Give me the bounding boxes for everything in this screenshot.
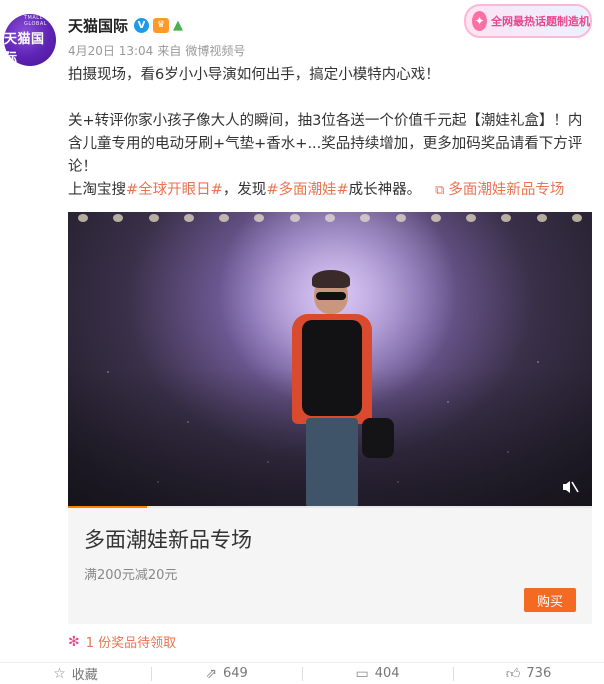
promo-badge[interactable]: ✦ 全网最热话题制造机: [464, 4, 592, 38]
favorite-label: 收藏: [71, 668, 98, 683]
promo-badge-label: 全网最热话题制造机: [491, 15, 590, 28]
post-line-1: 拍摄现场，看6岁小小导演如何出手，搞定小模特内心戏！: [68, 67, 440, 83]
level-badge-icon[interactable]: ▲: [173, 18, 187, 33]
like-button[interactable]: 👍︎ 736: [453, 663, 604, 684]
megaphone-icon: ✦: [472, 11, 487, 31]
author-row: 天猫国际 V ♛ ▲: [68, 15, 187, 35]
child-model-image: [280, 268, 394, 508]
repost-count: 649: [222, 666, 248, 681]
favorite-button[interactable]: ☆ 收藏: [0, 663, 151, 684]
verified-icon[interactable]: V: [134, 17, 150, 33]
like-count: 736: [526, 666, 552, 681]
author-name[interactable]: 天猫国际: [68, 15, 128, 36]
thumbs-up-icon: 👍︎: [505, 666, 521, 682]
product-promo: 满200元减20元: [84, 568, 178, 583]
comment-count: 404: [374, 666, 400, 681]
buy-button[interactable]: 购买: [524, 588, 576, 612]
post-line-2: 关+转评你家小孩子像大人的瞬间，抽3位各送一个价值千元起【潮娃礼盒】！内含儿童专…: [68, 113, 583, 175]
avatar-logo-text: 天猫国际: [4, 31, 45, 66]
action-bar: ☆ 收藏 ⇗ 649 ▭ 404 👍︎ 736: [0, 662, 604, 684]
hashtag-link[interactable]: #全球开眼日#: [126, 182, 223, 198]
prize-link[interactable]: ✻ 1 份奖品待领取: [68, 632, 177, 652]
repost-icon: ⇗: [205, 665, 217, 682]
prize-text: 1 份奖品待领取: [85, 636, 177, 651]
post-line-3-mid: ，发现: [222, 182, 267, 198]
video-player[interactable]: [68, 212, 592, 508]
avatar[interactable]: TMALL GLOBAL 天猫国际: [4, 14, 56, 66]
star-icon: ☆: [53, 665, 66, 682]
topic-link[interactable]: ⧉ 多面潮娃新品专场: [435, 182, 564, 198]
mute-icon[interactable]: [560, 478, 580, 496]
avatar-small-text: TMALL GLOBAL: [24, 14, 48, 27]
vip-crown-icon[interactable]: ♛: [153, 17, 170, 33]
comment-button[interactable]: ▭ 404: [302, 663, 453, 684]
post-line-3-prefix: 上淘宝搜: [68, 182, 126, 198]
post-meta: 4月20日 13:04 来自 微博视频号: [68, 42, 245, 59]
post-time[interactable]: 4月20日 13:04: [68, 42, 153, 59]
repost-button[interactable]: ⇗ 649: [151, 663, 302, 684]
post-line-3-suffix: 成长神器。: [348, 182, 422, 198]
comment-icon: ▭: [355, 665, 369, 682]
product-card[interactable]: 多面潮娃新品专场 满200元减20元 购买: [68, 508, 592, 624]
post-text: 拍摄现场，看6岁小小导演如何出手，搞定小模特内心戏！ 关+转评你家小孩子像大人的…: [68, 64, 594, 202]
post-line-3: 上淘宝搜#全球开眼日#，发现#多面潮娃#成长神器。 ⧉ 多面潮娃新品专场: [68, 179, 594, 202]
gift-icon: ✻: [68, 633, 80, 650]
post-source[interactable]: 微博视频号: [185, 42, 245, 59]
topic-link-label: 多面潮娃新品专场: [448, 182, 565, 198]
product-title: 多面潮娃新品专场: [84, 528, 252, 552]
link-icon: ⧉: [435, 183, 445, 198]
source-prefix: 来自: [157, 44, 182, 58]
hashtag-link[interactable]: #多面潮娃#: [266, 182, 348, 198]
